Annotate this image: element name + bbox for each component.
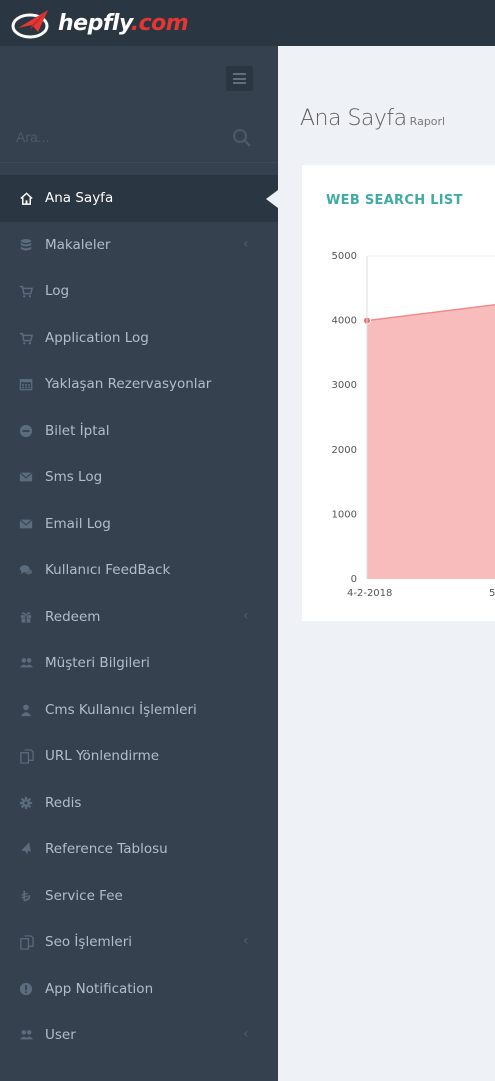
envelope-icon — [18, 469, 34, 485]
sidebar-item-label: Reference Tablosu — [45, 841, 168, 858]
sidebar-item-kullanıcı-feedback[interactable]: Kullanıcı FeedBack — [0, 547, 278, 594]
sidebar-item-label: Kullanıcı FeedBack — [45, 562, 171, 579]
exclamation-circle-icon — [18, 981, 34, 997]
x-tick-label: 5-2 — [489, 588, 495, 599]
sidebar-item-label: Ana Sayfa — [45, 190, 114, 207]
calendar-icon — [18, 376, 34, 392]
sidebar-item-label: Cms Kullanıcı İşlemleri — [45, 701, 197, 718]
sidebar-item-service-fee[interactable]: Service Fee — [0, 873, 278, 920]
chevron-left-icon: ‹ — [243, 607, 249, 624]
users-icon — [18, 655, 34, 671]
sidebar-item-seo-i-şlemleri[interactable]: Seo İşlemleri ‹ — [0, 919, 278, 966]
search-divider — [0, 162, 278, 163]
chevron-left-icon: ‹ — [243, 933, 249, 949]
chevron-left-icon: ‹ — [243, 235, 249, 252]
envelope-icon — [18, 516, 34, 532]
series-area — [367, 304, 495, 579]
sidebar-item-label: Sms Log — [45, 469, 103, 486]
sidebar-item-user[interactable]: User ‹ — [0, 1012, 278, 1059]
sidebar: Ana Sayfa Makaleler ‹ Log Application Log Yak… — [0, 46, 278, 1081]
sidebar-item-label: User — [45, 1027, 76, 1044]
lira-icon — [18, 888, 34, 904]
sidebar-item-label: Müşteri Bilgileri — [45, 655, 150, 672]
sidebar-item-label: App Notification — [45, 980, 154, 997]
logo-icon — [11, 10, 49, 39]
y-tick-label: 2000 — [332, 445, 357, 456]
plane-icon — [18, 841, 34, 857]
page-subtitle: Raporl — [409, 115, 446, 128]
chevron-left-icon: ‹ — [243, 1026, 249, 1042]
web-search-list-portlet: 0 1000 2000 3000 4000 5000 4-2-2018 5-2 WEB SEA… — [302, 165, 495, 621]
sidebar-item-müşteri-bilgileri[interactable]: Müşteri Bilgileri — [0, 640, 278, 687]
y-tick-label: 3000 — [332, 380, 357, 391]
search-input[interactable] — [16, 126, 216, 148]
page-title-text: Ana Sayfa — [300, 106, 407, 131]
page-title: Ana Sayfa Raporl — [300, 106, 445, 131]
minus-circle-icon — [18, 423, 34, 439]
sidebar-item-label: Redeem — [45, 608, 101, 625]
database-icon — [18, 237, 34, 253]
web-search-chart: 0 1000 2000 3000 4000 5000 4-2-2018 5-2 — [332, 251, 495, 599]
sidebar-toggle-button[interactable] — [226, 66, 253, 91]
sidebar-nav: Ana Sayfa Makaleler ‹ Log Application Log Yak… — [0, 175, 278, 1059]
sidebar-item-redeem[interactable]: Redeem ‹ — [0, 594, 278, 641]
sidebar-item-redis[interactable]: Redis — [0, 780, 278, 827]
y-tick-label: 1000 — [332, 509, 357, 520]
y-tick-label: 4000 — [332, 316, 357, 327]
user-icon — [18, 702, 34, 718]
portlet-title: WEB SEARCH LIST — [326, 193, 463, 208]
users-icon — [18, 1027, 34, 1043]
sidebar-search — [0, 112, 278, 162]
sidebar-item-sms-log[interactable]: Sms Log — [0, 454, 278, 501]
y-tick-label: 5000 — [332, 251, 357, 262]
sidebar-item-label: Bilet İptal — [45, 422, 110, 439]
brand-name: hepfly.com — [58, 10, 189, 36]
sidebar-item-label: URL Yönlendirme — [45, 748, 160, 765]
sidebar-item-log[interactable]: Log — [0, 268, 278, 315]
sidebar-item-cms-kullanıcı-i-şlemleri[interactable]: Cms Kullanıcı İşlemleri — [0, 687, 278, 734]
sidebar-item-makaleler[interactable]: Makaleler ‹ — [0, 222, 278, 269]
cart-icon — [18, 283, 34, 299]
y-tick-label: 0 — [351, 574, 357, 585]
sidebar-item-app-notification[interactable]: App Notification — [0, 966, 278, 1013]
comments-icon — [18, 562, 34, 578]
cart-icon — [18, 330, 34, 346]
sidebar-item-bilet-i-ptal[interactable]: Bilet İptal — [0, 408, 278, 455]
sidebar-item-url-yönlendirme[interactable]: URL Yönlendirme — [0, 733, 278, 780]
files-icon — [18, 934, 34, 950]
sidebar-item-yaklaşan-rezervasyonlar[interactable]: Yaklaşan Rezervasyonlar — [0, 361, 278, 408]
sidebar-item-label: Makaleler — [45, 236, 111, 253]
sidebar-item-application-log[interactable]: Application Log — [0, 315, 278, 362]
gift-icon — [18, 609, 34, 625]
sidebar-item-label: Log — [45, 283, 70, 300]
main-content: Ana Sayfa Raporl 0 1000 2000 3000 4000 5000 4-2… — [278, 46, 495, 1081]
search-icon[interactable] — [232, 128, 252, 148]
sidebar-item-label: Application Log — [45, 329, 149, 346]
brand-logo[interactable]: hepfly.com — [8, 2, 189, 44]
brand-tld: .com — [130, 10, 189, 36]
sidebar-item-reference-tablosu[interactable]: Reference Tablosu — [0, 826, 278, 873]
sidebar-item-label: Seo İşlemleri — [45, 934, 133, 951]
x-tick-label: 4-2-2018 — [347, 588, 392, 599]
sidebar-item-ana-sayfa[interactable]: Ana Sayfa — [0, 175, 278, 222]
sidebar-item-email-log[interactable]: Email Log — [0, 501, 278, 548]
home-icon — [18, 190, 34, 206]
files-icon — [18, 748, 34, 764]
sidebar-item-label: Yaklaşan Rezervasyonlar — [45, 376, 212, 393]
sidebar-item-label: Email Log — [45, 515, 111, 532]
top-bar: hepfly.com — [0, 0, 495, 46]
gear-icon — [18, 795, 34, 811]
sidebar-item-label: Service Fee — [45, 887, 123, 904]
sidebar-item-label: Redis — [45, 794, 82, 811]
